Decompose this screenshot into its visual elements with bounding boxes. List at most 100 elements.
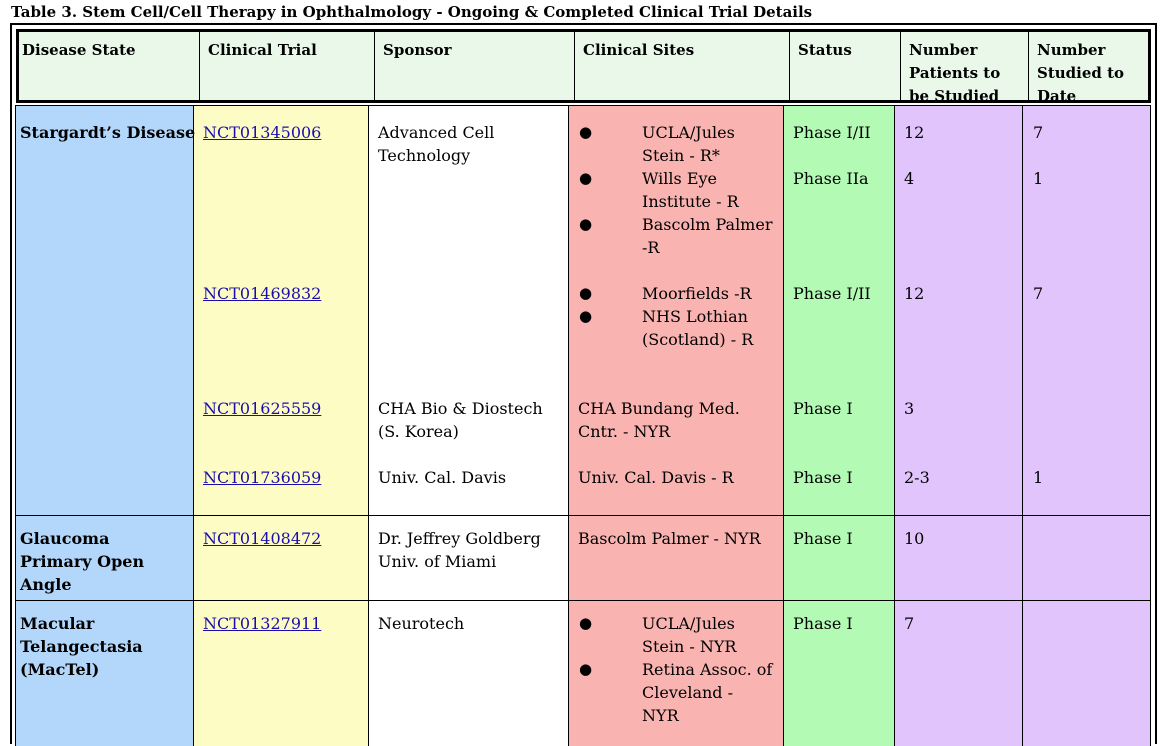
header-sponsor: Sponsor <box>374 32 574 100</box>
site-line: -R <box>642 238 660 257</box>
site-item: Wills Eye Institute - R <box>642 167 739 213</box>
table-caption: Table 3. Stem Cell/Cell Therapy in Ophth… <box>11 3 813 21</box>
site-line: Cntr. - NYR <box>578 422 671 441</box>
site-line: UCLA/Jules <box>642 123 735 142</box>
bullet-icon: ● <box>579 614 593 632</box>
disease-glaucoma: Glaucoma Primary Open Angle <box>20 527 144 596</box>
header-clinical-trial: Clinical Trial <box>199 32 374 100</box>
row-divider <box>16 515 1151 516</box>
planned-value: 3 <box>904 399 915 418</box>
site-line: Stein - NYR <box>642 637 737 656</box>
col-status-bg <box>783 105 894 746</box>
header-number-to-date-line: Studied to <box>1037 64 1125 82</box>
row-divider <box>16 600 1151 601</box>
col-trial-bg <box>193 105 368 746</box>
sponsor-line: Dr. Jeffrey Goldberg <box>378 529 541 548</box>
disease-mactel: Macular Telangectasia (MacTel) <box>20 612 143 681</box>
site-line: Wills Eye <box>642 169 717 188</box>
bullet-icon: ● <box>579 169 593 187</box>
site-line: Bascolm Palmer <box>642 215 773 234</box>
header-number-to-date-line: Date <box>1037 87 1077 100</box>
trial-link-nct01327911[interactable]: NCT01327911 <box>203 612 321 635</box>
planned-value: 12 <box>904 284 925 303</box>
to-date-value: 1 <box>1033 169 1044 188</box>
sponsor-line: Univ. of Miami <box>378 552 497 571</box>
site-line: Stein - R* <box>642 146 720 165</box>
bullet-icon: ● <box>579 660 593 678</box>
col-divider <box>1150 105 1151 746</box>
disease-line: Macular <box>20 614 95 633</box>
bullet-icon: ● <box>579 307 593 325</box>
trial-table: Disease State Clinical Trial Sponsor Cli… <box>10 23 1157 746</box>
disease-line: Angle <box>20 575 72 594</box>
status-value: Phase I/II <box>793 284 871 303</box>
header-number-planned-line: Number <box>909 41 978 59</box>
site-line: CHA Bundang Med. <box>578 399 740 418</box>
site-item: Moorfields -R <box>642 282 752 305</box>
planned-value: 7 <box>904 614 915 633</box>
planned-value: 4 <box>904 169 915 188</box>
sponsor-line: Advanced Cell <box>378 123 495 142</box>
disease-line: Primary Open <box>20 552 145 571</box>
status-value: Phase I <box>793 529 853 548</box>
disease-stargardt: Stargardt’s Disease <box>20 123 196 142</box>
bullet-icon: ● <box>579 284 593 302</box>
col-divider <box>894 105 895 746</box>
header-disease-state: Disease State <box>22 41 136 59</box>
sponsor-line: (S. Korea) <box>378 422 459 441</box>
to-date-value: 1 <box>1033 468 1044 487</box>
planned-value: 2-3 <box>904 468 930 487</box>
trial-link-nct01625559[interactable]: NCT01625559 <box>203 397 321 420</box>
to-date-value: 7 <box>1033 123 1044 142</box>
disease-line: Glaucoma <box>20 529 110 548</box>
sponsor-line: Technology <box>378 146 471 165</box>
site-item: Univ. Cal. Davis - R <box>578 468 734 487</box>
bullet-icon: ● <box>579 123 593 141</box>
site-item: Bascolm Palmer - NYR <box>578 529 761 548</box>
row-divider <box>16 105 1151 106</box>
col-divider <box>15 105 16 746</box>
site-line: Moorfields -R <box>642 284 752 303</box>
col-divider <box>1022 105 1023 746</box>
sponsor-goldberg: Dr. Jeffrey Goldberg Univ. of Miami <box>378 527 541 573</box>
status-value: Phase I <box>793 468 853 487</box>
sponsor-advanced-cell: Advanced Cell Technology <box>378 121 494 167</box>
col-divider <box>783 105 784 746</box>
planned-value: 12 <box>904 123 925 142</box>
site-line: UCLA/Jules <box>642 614 735 633</box>
site-line: NYR <box>642 706 679 725</box>
trial-link-nct01736059[interactable]: NCT01736059 <box>203 466 321 489</box>
site-line: NHS Lothian <box>642 307 748 326</box>
site-item: UCLA/Jules Stein - NYR <box>642 612 736 658</box>
site-line: Cleveland - <box>642 683 734 702</box>
header-row: Disease State Clinical Trial Sponsor Cli… <box>16 29 1151 103</box>
site-item: CHA Bundang Med. Cntr. - NYR <box>578 397 740 443</box>
trial-link-nct01345006[interactable]: NCT01345006 <box>203 121 321 144</box>
site-line: Institute - R <box>642 192 739 211</box>
status-value: Phase I/II <box>793 123 871 142</box>
site-item: Retina Assoc. of Cleveland - NYR <box>642 658 772 727</box>
planned-value: 10 <box>904 529 925 548</box>
sponsor-cha-bio: CHA Bio & Diostech (S. Korea) <box>378 397 543 443</box>
col-divider <box>368 105 369 746</box>
header-clinical-sites: Clinical Sites <box>574 32 789 100</box>
trial-link-nct01408472[interactable]: NCT01408472 <box>203 527 321 550</box>
bullet-icon: ● <box>579 215 593 233</box>
header-number-to-date-line: Number <box>1037 41 1106 59</box>
disease-line: (MacTel) <box>20 660 100 679</box>
trial-link-nct01469832[interactable]: NCT01469832 <box>203 282 321 305</box>
status-value: Phase I <box>793 399 853 418</box>
header-number-planned: Number Patients to be Studied <box>900 32 1028 100</box>
sponsor-neurotech: Neurotech <box>378 614 465 633</box>
site-item: Bascolm Palmer -R <box>642 213 772 259</box>
site-item: NHS Lothian (Scotland) - R <box>642 305 753 351</box>
col-divider <box>568 105 569 746</box>
site-line: (Scotland) - R <box>642 330 754 349</box>
header-number-to-date: Number Studied to Date <box>1028 32 1148 100</box>
header-number-planned-line: be Studied <box>909 87 1000 100</box>
header-number-planned-line: Patients to <box>909 64 1001 82</box>
status-value: Phase IIa <box>793 169 869 188</box>
header-status: Status <box>789 32 900 100</box>
site-line: Retina Assoc. of <box>642 660 773 679</box>
to-date-value: 7 <box>1033 284 1044 303</box>
